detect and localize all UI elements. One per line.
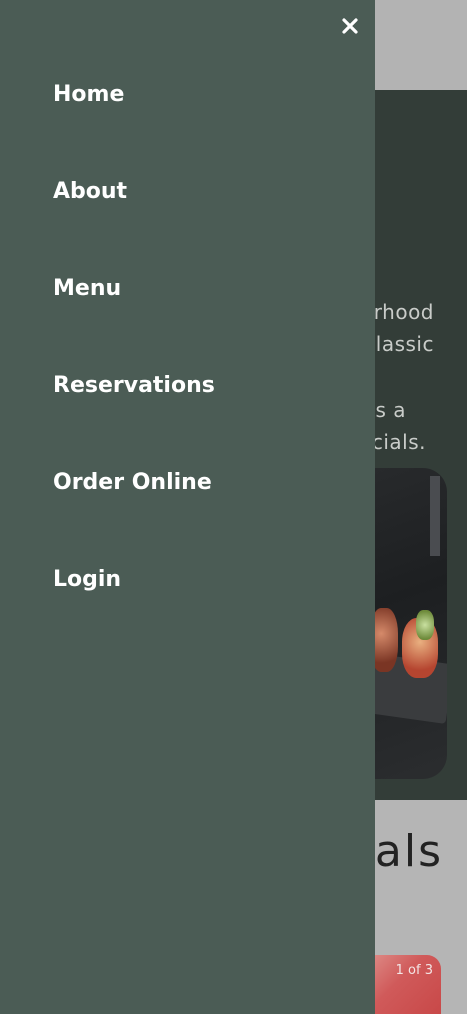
nav-link-home[interactable]: Home: [53, 70, 124, 120]
apron-strap: [430, 476, 440, 556]
nav-link-menu[interactable]: Menu: [53, 264, 121, 314]
navigation-drawer: Home About Menu Reservations Order Onlin…: [0, 0, 375, 1014]
nav-link-about[interactable]: About: [53, 167, 127, 217]
nav-item-home: Home: [53, 70, 215, 167]
close-button[interactable]: [336, 12, 364, 40]
food-garnish: [416, 610, 434, 640]
nav-link-order-online[interactable]: Order Online: [53, 458, 212, 508]
nav-item-menu: Menu: [53, 264, 215, 361]
nav-list: Home About Menu Reservations Order Onlin…: [53, 70, 215, 652]
page: rhood lassic es a cials. ials 1 of 3 Hom…: [0, 0, 467, 1014]
nav-item-order-online: Order Online: [53, 458, 215, 555]
nav-item-reservations: Reservations: [53, 361, 215, 458]
nav-item-login: Login: [53, 555, 215, 652]
nav-item-about: About: [53, 167, 215, 264]
nav-link-login[interactable]: Login: [53, 555, 121, 605]
nav-link-reservations[interactable]: Reservations: [53, 361, 215, 411]
carousel-counter: 1 of 3: [395, 963, 433, 978]
close-icon: [342, 18, 358, 34]
